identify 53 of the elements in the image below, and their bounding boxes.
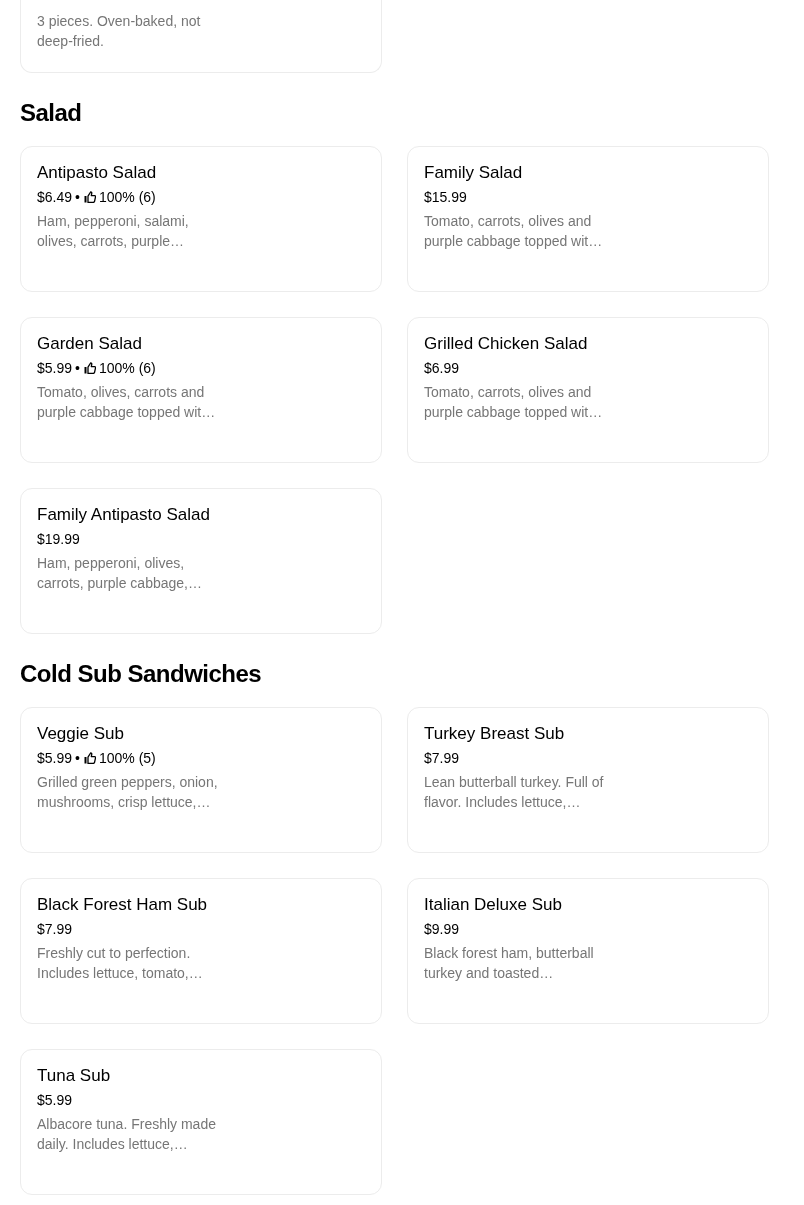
menu-item-card[interactable]: Family Salad $15.99 Tomato, carrots, olives and purple cabbage topped wit…	[407, 146, 769, 292]
menu-item-card[interactable]: Italian Deluxe Sub $9.99 Black forest ham, butterball turkey and toasted…	[407, 878, 769, 1024]
menu-item-card[interactable]: Turkey Breast Sub $7.99 Lean butterball turkey. Full of flavor. Includes lettuce,…	[407, 707, 769, 853]
menu-item-card[interactable]: Family Antipasto Salad $19.99 Ham, pepperoni, olives, carrots, purple cabbage,…	[20, 488, 382, 634]
item-price: $5.99	[37, 1091, 73, 1110]
item-description: Tomato, carrots, olives and purple cabbage topped wit…	[424, 383, 604, 422]
item-name: Black Forest Ham Sub	[37, 894, 209, 916]
item-description: Tomato, olives, carrots and purple cabbage topped wit…	[37, 383, 217, 422]
item-description: Grilled green peppers, onion, mushrooms, crisp lettuce,…	[37, 773, 219, 812]
menu-item-card[interactable]: Antipasto Salad $6.49 • 100% (6) Ham, pepperoni, salami, olives, carrots, purple…	[20, 146, 382, 292]
section-heading: Cold Sub Sandwiches	[20, 659, 263, 689]
menu-item-card[interactable]: 3 pieces. Oven-baked, not deep-fried.	[20, 0, 382, 73]
item-name: Grilled Chicken Salad	[424, 333, 589, 355]
item-price: $9.99	[424, 920, 460, 939]
item-price: $5.99	[37, 749, 73, 768]
item-description: Albacore tuna. Freshly made daily. Includes lettuce,…	[37, 1115, 217, 1154]
item-name: Turkey Breast Sub	[424, 723, 566, 745]
item-description: 3 pieces. Oven-baked, not deep-fried.	[37, 12, 202, 51]
menu-item-card[interactable]: Black Forest Ham Sub $7.99 Freshly cut to perfection. Includes lettuce, tomato,…	[20, 878, 382, 1024]
item-price: $15.99	[424, 188, 467, 207]
price-separator: •	[75, 188, 80, 207]
thumbs-up-icon	[83, 752, 96, 764]
price-separator: •	[75, 359, 80, 378]
thumbs-up-icon	[83, 191, 96, 203]
price-separator: •	[75, 749, 80, 768]
item-name: Antipasto Salad	[37, 162, 158, 184]
item-price: $6.49	[37, 188, 73, 207]
item-description: Black forest ham, butterball turkey and toasted…	[424, 944, 595, 983]
thumbs-up-icon	[83, 362, 96, 374]
rating-text: 100% (6)	[98, 188, 156, 207]
menu-item-card[interactable]: Tuna Sub $5.99 Albacore tuna. Freshly made daily. Includes lettuce,…	[20, 1049, 382, 1195]
item-name: Veggie Sub	[37, 723, 125, 745]
item-price: $7.99	[37, 920, 73, 939]
item-price: $6.99	[424, 359, 460, 378]
item-name: Tuna Sub	[37, 1065, 112, 1087]
item-description: Ham, pepperoni, salami, olives, carrots, purple…	[37, 212, 190, 251]
item-name: Family Salad	[424, 162, 524, 184]
section-heading: Salad	[20, 98, 83, 128]
menu-item-card[interactable]: Garden Salad $5.99 • 100% (6) Tomato, olives, carrots and purple cabbage topped wit…	[20, 317, 382, 463]
rating-text: 100% (6)	[98, 359, 156, 378]
item-price: $5.99	[37, 359, 73, 378]
rating-text: 100% (5)	[98, 749, 156, 768]
menu-item-card[interactable]: Veggie Sub $5.99 • 100% (5) Grilled green peppers, onion, mushrooms, crisp lettuce,…	[20, 707, 382, 853]
menu-item-card[interactable]: Grilled Chicken Salad $6.99 Tomato, carrots, olives and purple cabbage topped wit…	[407, 317, 769, 463]
item-name: Italian Deluxe Sub	[424, 894, 563, 916]
item-description: Freshly cut to perfection. Includes lettuce, tomato,…	[37, 944, 204, 983]
item-description: Ham, pepperoni, olives, carrots, purple cabbage,…	[37, 554, 203, 593]
item-description: Lean butterball turkey. Full of flavor. Includes lettuce,…	[424, 773, 605, 812]
item-name: Garden Salad	[37, 333, 143, 355]
item-price: $7.99	[424, 749, 460, 768]
item-name: Family Antipasto Salad	[37, 504, 211, 526]
item-description: Tomato, carrots, olives and purple cabbage topped wit…	[424, 212, 604, 251]
item-price: $19.99	[37, 530, 80, 549]
